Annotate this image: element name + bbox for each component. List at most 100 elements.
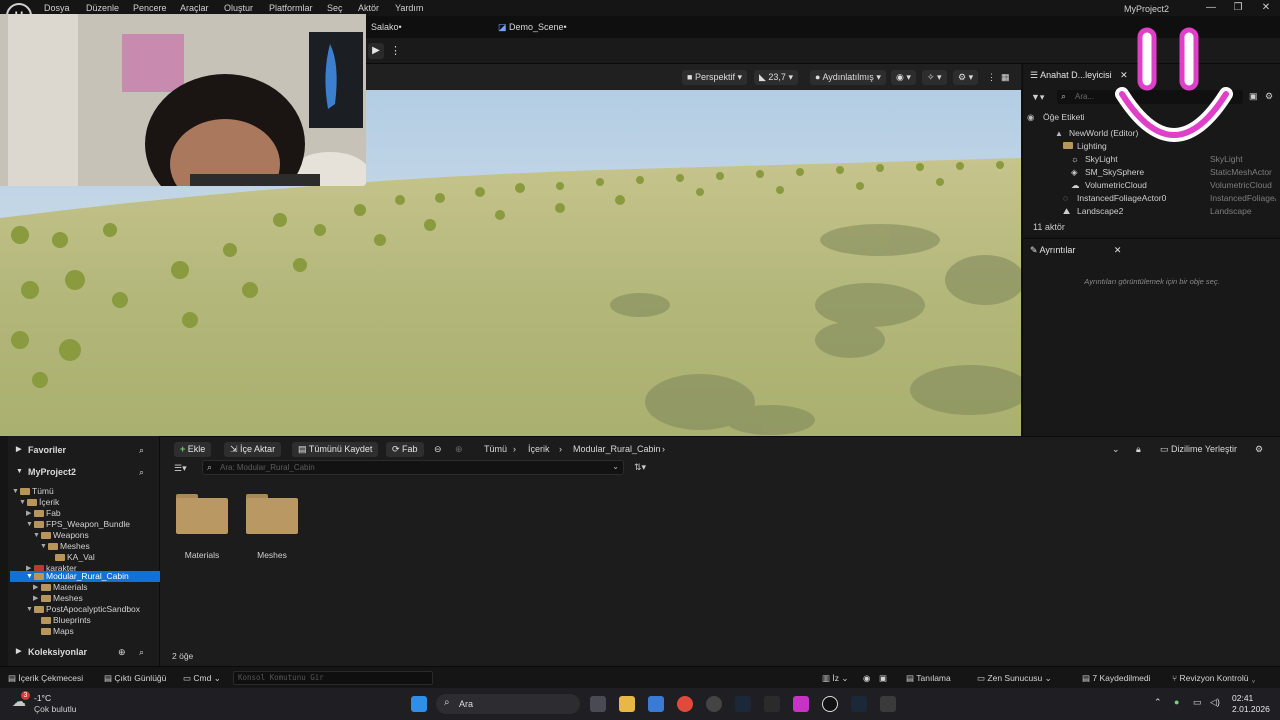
- menu-platformlar[interactable]: Platformlar: [269, 3, 313, 13]
- camera-capture-icon[interactable]: ▣: [879, 673, 887, 684]
- file-explorer-icon[interactable]: [619, 696, 635, 712]
- fab-button[interactable]: ⟳ Fab: [386, 442, 424, 457]
- github-icon[interactable]: [706, 696, 722, 712]
- perspective-button[interactable]: ■ Perspektif ▾: [682, 70, 747, 85]
- actor-count: 11 aktör: [1033, 222, 1065, 232]
- menu-araclar[interactable]: Araçlar: [180, 3, 209, 13]
- menu-aktor[interactable]: Aktör: [358, 3, 379, 13]
- sort-icon[interactable]: ⇅▾: [634, 462, 646, 473]
- tab-salako[interactable]: Salako•: [371, 22, 402, 32]
- maximize-icon[interactable]: ❐: [1231, 2, 1245, 13]
- output-log-button[interactable]: ▤ Çıktı Günlüğü: [104, 673, 166, 684]
- add-collection-icon[interactable]: ⊕: [118, 642, 126, 662]
- layout-grid-icon[interactable]: ▦: [996, 70, 1015, 85]
- outliner-settings-icon[interactable]: ⚙: [1265, 91, 1273, 102]
- store-icon[interactable]: [648, 696, 664, 712]
- asset-folder-materials[interactable]: [176, 494, 228, 534]
- project-label: MyProject2: [28, 467, 77, 477]
- folder-icon: [41, 584, 51, 591]
- menu-duzenle[interactable]: Düzenle: [86, 3, 119, 13]
- steam-vr-icon[interactable]: [851, 696, 867, 712]
- menu-olustur[interactable]: Oluştur: [224, 3, 253, 13]
- zen-server-dropdown[interactable]: ▭ Zen Sunucusu ⌄: [977, 673, 1052, 684]
- close-window-icon[interactable]: ✕: [1259, 2, 1273, 13]
- chrome-icon[interactable]: [677, 696, 693, 712]
- add-folder-icon[interactable]: ▣: [1249, 91, 1258, 102]
- fov-button[interactable]: ◣ 23,7 ▾: [754, 70, 798, 85]
- outliner-row[interactable]: ⛰ Landscape2 Landscape: [1023, 205, 1280, 218]
- settings-button[interactable]: ⚙ ▾: [953, 70, 979, 85]
- save-all-button[interactable]: ▤ Tümünü Kaydet: [292, 442, 379, 457]
- play-options-icon[interactable]: ⋮: [390, 44, 401, 57]
- search-icon[interactable]: ⌕: [139, 462, 144, 482]
- steam-icon[interactable]: [735, 696, 751, 712]
- app-icon[interactable]: [880, 696, 896, 712]
- content-drawer-button[interactable]: ▤ İçerik Çekmecesi: [8, 673, 83, 684]
- volume-icon[interactable]: ◁): [1210, 697, 1220, 708]
- cmd-dropdown[interactable]: ▭ Cmd ⌄: [183, 673, 221, 684]
- minimize-icon[interactable]: —: [1204, 2, 1218, 13]
- revision-control-dropdown[interactable]: ⑂ Revizyon Kontrolü ⌄: [1172, 673, 1256, 683]
- add-button[interactable]: + Ekle: [174, 442, 212, 457]
- record-icon[interactable]: ◉: [863, 673, 870, 684]
- filter-icon[interactable]: ☰▾: [174, 463, 187, 474]
- folder-icon: [34, 521, 44, 528]
- folder-icon: [20, 488, 30, 495]
- menu-yardim[interactable]: Yardım: [395, 3, 423, 13]
- show-flags-button[interactable]: ◉ ▾: [891, 70, 916, 85]
- display-icon[interactable]: ▭: [1193, 697, 1202, 708]
- forward-arrow-icon[interactable]: ⊕: [455, 444, 463, 455]
- mic-icon[interactable]: ●: [1174, 697, 1179, 707]
- epic-games-icon[interactable]: [764, 696, 780, 712]
- twitch-icon[interactable]: [793, 696, 809, 712]
- clock-date[interactable]: 2.01.2026: [1232, 704, 1270, 714]
- breadcrumb-item[interactable]: İçerik: [528, 444, 550, 454]
- filter-icon[interactable]: ▼▾: [1031, 92, 1044, 103]
- unsaved-button[interactable]: ▤ 7 Kaydedilmedi: [1082, 673, 1151, 684]
- unreal-engine-icon[interactable]: [822, 696, 838, 712]
- asset-folder-meshes[interactable]: [246, 494, 298, 534]
- search-icon[interactable]: ⌕: [139, 642, 144, 662]
- back-arrow-icon[interactable]: ⊖: [434, 444, 442, 455]
- diagnostics-button[interactable]: ▤ Tanılama: [906, 673, 951, 684]
- breadcrumb-dropdown-icon[interactable]: ⌄: [1112, 444, 1120, 455]
- play-button[interactable]: ▶: [368, 43, 384, 59]
- tree-item-label: Blueprints: [53, 615, 91, 625]
- item-label-column: Öğe Etiketi: [1043, 112, 1085, 122]
- breadcrumb-item[interactable]: Tümü: [484, 444, 507, 454]
- content-browser-settings-icon[interactable]: ⚙: [1255, 444, 1263, 455]
- task-view-icon[interactable]: [590, 696, 606, 712]
- menu-dosya[interactable]: Dosya: [44, 3, 70, 13]
- outliner-row[interactable]: ◌ InstancedFoliageActor0 InstancedFoliag…: [1023, 192, 1280, 205]
- lighting-mode-button[interactable]: ● Aydınlatılmış ▾: [810, 70, 886, 85]
- project-section[interactable]: ▼ MyProject2 ⌕: [8, 462, 160, 482]
- tray-chevron-icon[interactable]: ⌃: [1154, 697, 1162, 708]
- collections-section[interactable]: ▶ Koleksiyonlar ⊕ ⌕: [8, 642, 160, 662]
- taskbar-search[interactable]: ⌕ Ara: [436, 694, 580, 714]
- collapsed-arrow-icon: ▶: [33, 595, 39, 602]
- transform-button[interactable]: ✧ ▾: [922, 70, 947, 85]
- breadcrumb-item[interactable]: Modular_Rural_Cabin: [573, 444, 661, 454]
- menu-pencere[interactable]: Pencere: [133, 3, 167, 13]
- tab-demo-scene[interactable]: ◪ Demo_Scene•: [498, 22, 567, 33]
- fab-button-label: Fab: [402, 444, 418, 454]
- clock-time[interactable]: 02:41: [1232, 693, 1253, 703]
- lock-icon[interactable]: 🔒︎: [1136, 444, 1141, 455]
- favorites-section[interactable]: ▶ Favoriler ⌕: [8, 440, 160, 460]
- expanded-arrow-icon: ▼: [26, 573, 33, 580]
- favorites-label: Favoriler: [28, 445, 67, 455]
- outliner-row[interactable]: ◈ SM_SkySphere StaticMeshActor: [1023, 166, 1280, 179]
- details-tab[interactable]: ✎ Ayrıntılar ✕: [1030, 245, 1121, 256]
- close-details-icon[interactable]: ✕: [1114, 245, 1122, 255]
- windows-start-icon[interactable]: [411, 696, 427, 712]
- search-icon[interactable]: ⌕: [139, 440, 144, 460]
- trace-dropdown[interactable]: ▥ İz ⌄: [822, 673, 849, 684]
- breadcrumb-separator-icon: ›: [559, 444, 562, 454]
- import-button[interactable]: ⇲ İçe Aktar: [224, 442, 282, 457]
- outliner-row[interactable]: ☁ VolumetricCloud VolumetricCloud: [1023, 179, 1280, 192]
- content-search-input[interactable]: ⌕ Ara: Modular_Rural_Cabin ⌄: [202, 460, 624, 475]
- console-command-input[interactable]: Konsol Komutunu Gir: [233, 671, 433, 685]
- search-dropdown-icon[interactable]: ⌄: [612, 462, 619, 471]
- dock-layout-button[interactable]: ▭ Dizilime Yerleştir: [1160, 444, 1237, 455]
- menu-sec[interactable]: Seç: [327, 3, 343, 13]
